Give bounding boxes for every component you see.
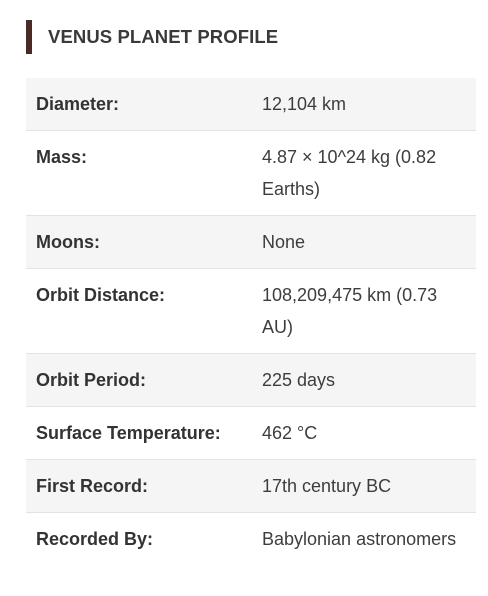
row-label: First Record: — [26, 459, 262, 513]
table-row-moons: Moons: None — [26, 215, 476, 269]
row-label: Diameter: — [26, 78, 262, 131]
row-value: 462 °C — [262, 406, 476, 460]
table-row-mass: Mass: 4.87 × 10^24 kg (0.82 Earths) — [26, 130, 476, 216]
row-value: 17th century BC — [262, 459, 476, 513]
table-row-orbit-distance: Orbit Distance: 108,209,475 km (0.73 AU) — [26, 268, 476, 354]
row-value: Babylonian astronomers — [262, 529, 457, 549]
row-value: None — [262, 215, 476, 269]
header-accent-bar — [26, 20, 32, 54]
row-value: 108,209,475 km (0.73 AU) — [262, 268, 476, 354]
row-label: Moons: — [26, 215, 262, 269]
table-row-recorded-by: Recorded By: Babylonian astronomers — [26, 513, 476, 566]
row-value: 12,104 km — [262, 78, 476, 131]
row-value: 4.87 × 10^24 kg (0.82 Earths) — [262, 130, 476, 216]
page-title: VENUS PLANET PROFILE — [48, 26, 279, 47]
table-row-orbit-period: Orbit Period: 225 days — [26, 353, 476, 407]
row-value: 225 days — [262, 353, 476, 407]
row-label: Mass: — [26, 130, 262, 216]
row-label: Recorded By: — [36, 529, 154, 549]
profile-header: VENUS PLANET PROFILE — [26, 20, 278, 54]
planet-profile-table: Diameter: 12,104 km Mass: 4.87 × 10^24 k… — [26, 78, 476, 565]
row-label: Surface Temperature: — [26, 406, 262, 460]
row-label: Orbit Distance: — [26, 268, 262, 354]
table-row-surface-temperature: Surface Temperature: 462 °C — [26, 406, 476, 460]
row-label: Orbit Period: — [26, 353, 262, 407]
table-row-first-record: First Record: 17th century BC — [26, 459, 476, 513]
table-row-diameter: Diameter: 12,104 km — [26, 78, 476, 131]
